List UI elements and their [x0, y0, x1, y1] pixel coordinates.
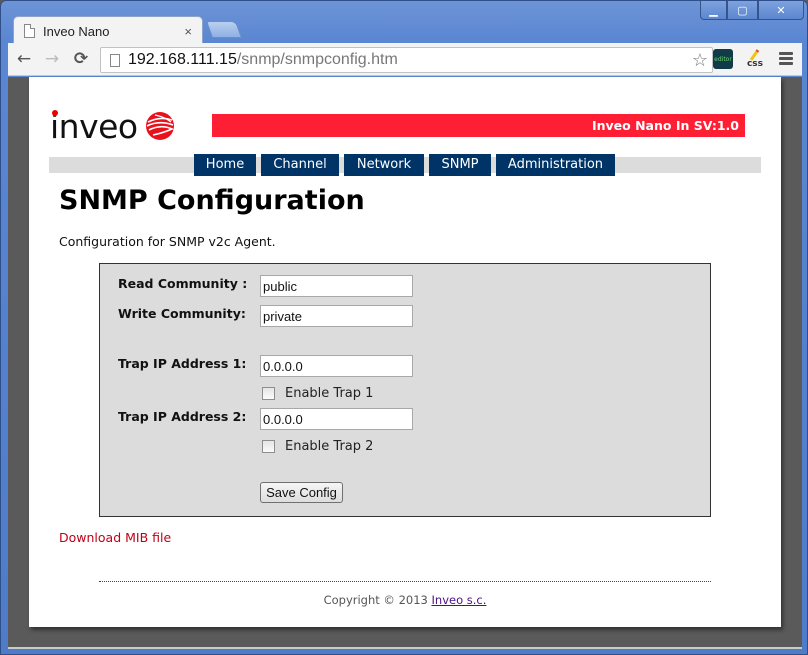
- intro-text: Configuration for SNMP v2c Agent.: [59, 234, 276, 249]
- read-community-label: Read Community :: [118, 276, 248, 291]
- nav-item-channel[interactable]: Channel: [261, 154, 339, 176]
- trap-ip-1-label: Trap IP Address 1:: [118, 356, 247, 371]
- new-tab-button[interactable]: [205, 21, 243, 38]
- tab-close-icon[interactable]: ×: [184, 24, 192, 39]
- download-mib-link[interactable]: Download MIB file: [59, 530, 171, 545]
- window-controls: ▁ ▢ ✕: [700, 1, 804, 20]
- minimize-button[interactable]: ▁: [700, 1, 727, 20]
- menu-icon[interactable]: [779, 52, 793, 67]
- url-host: 192.168.111.15: [128, 51, 237, 68]
- back-arrow-icon[interactable]: ←: [13, 48, 35, 70]
- enable-trap-1-label: Enable Trap 1: [285, 386, 374, 401]
- enable-trap-1-checkbox[interactable]: [262, 387, 275, 400]
- write-community-input[interactable]: private: [260, 305, 413, 327]
- browser-tab[interactable]: Inveo Nano ×: [13, 16, 203, 44]
- enable-trap-2-row: Enable Trap 2: [262, 439, 373, 454]
- save-config-button[interactable]: Save Config: [260, 482, 343, 503]
- page-icon: [110, 53, 120, 67]
- copyright-text: Copyright © 2013: [323, 593, 432, 607]
- page-title: SNMP Configuration: [59, 185, 365, 216]
- enable-trap-2-checkbox[interactable]: [262, 440, 275, 453]
- css-extension-icon[interactable]: css: [744, 48, 766, 70]
- bookmark-star-icon[interactable]: ☆: [692, 50, 708, 71]
- nav-item-administration[interactable]: Administration: [496, 154, 615, 176]
- enable-trap-2-label: Enable Trap 2: [285, 439, 374, 454]
- company-link[interactable]: Inveo s.c.: [432, 593, 487, 607]
- trap-ip-2-input[interactable]: 0.0.0.0: [260, 408, 413, 430]
- device-banner: Inveo Nano In SV:1.0: [212, 114, 745, 137]
- trap-ip-2-label: Trap IP Address 2:: [118, 409, 247, 424]
- nav-item-snmp[interactable]: SNMP: [429, 154, 491, 176]
- close-window-button[interactable]: ✕: [758, 1, 804, 20]
- browser-window: Inveo Nano × ▁ ▢ ✕ ← → ⟳ 192.168.111.15/…: [0, 0, 808, 655]
- footer-divider: [99, 581, 711, 582]
- main-nav: Home Channel Network SNMP Administration: [194, 154, 615, 176]
- title-bar: Inveo Nano × ▁ ▢ ✕: [1, 1, 807, 44]
- snmp-config-form: Read Community : public Write Community:…: [99, 263, 711, 517]
- nav-item-home[interactable]: Home: [194, 154, 256, 176]
- reload-icon[interactable]: ⟳: [70, 48, 92, 70]
- browser-viewport: inveo Inveo Nano In SV:1.0 Home Channel …: [8, 77, 802, 649]
- nav-item-network[interactable]: Network: [344, 154, 424, 176]
- footer: Copyright © 2013 Inveo s.c.: [29, 593, 781, 607]
- forward-arrow-icon[interactable]: →: [41, 48, 63, 70]
- editor-extension-icon[interactable]: editor: [713, 49, 733, 69]
- tab-title: Inveo Nano: [43, 23, 110, 39]
- inveo-logo: inveo: [50, 108, 175, 144]
- maximize-button[interactable]: ▢: [727, 1, 758, 20]
- url-path: /snmp/snmpconfig.htm: [236, 51, 398, 68]
- logo-text: inveo: [50, 106, 138, 146]
- browser-toolbar: ← → ⟳ 192.168.111.15/snmp/snmpconfig.htm…: [8, 43, 802, 76]
- enable-trap-1-row: Enable Trap 1: [262, 386, 373, 401]
- trap-ip-1-input[interactable]: 0.0.0.0: [260, 355, 413, 377]
- url-text[interactable]: 192.168.111.15/snmp/snmpconfig.htm: [128, 51, 692, 69]
- read-community-input[interactable]: public: [260, 275, 413, 297]
- address-bar[interactable]: 192.168.111.15/snmp/snmpconfig.htm ☆: [100, 47, 713, 73]
- page-icon: [24, 24, 35, 38]
- logo-globe-icon: [145, 112, 174, 140]
- write-community-label: Write Community:: [118, 306, 246, 321]
- web-page: inveo Inveo Nano In SV:1.0 Home Channel …: [29, 77, 781, 627]
